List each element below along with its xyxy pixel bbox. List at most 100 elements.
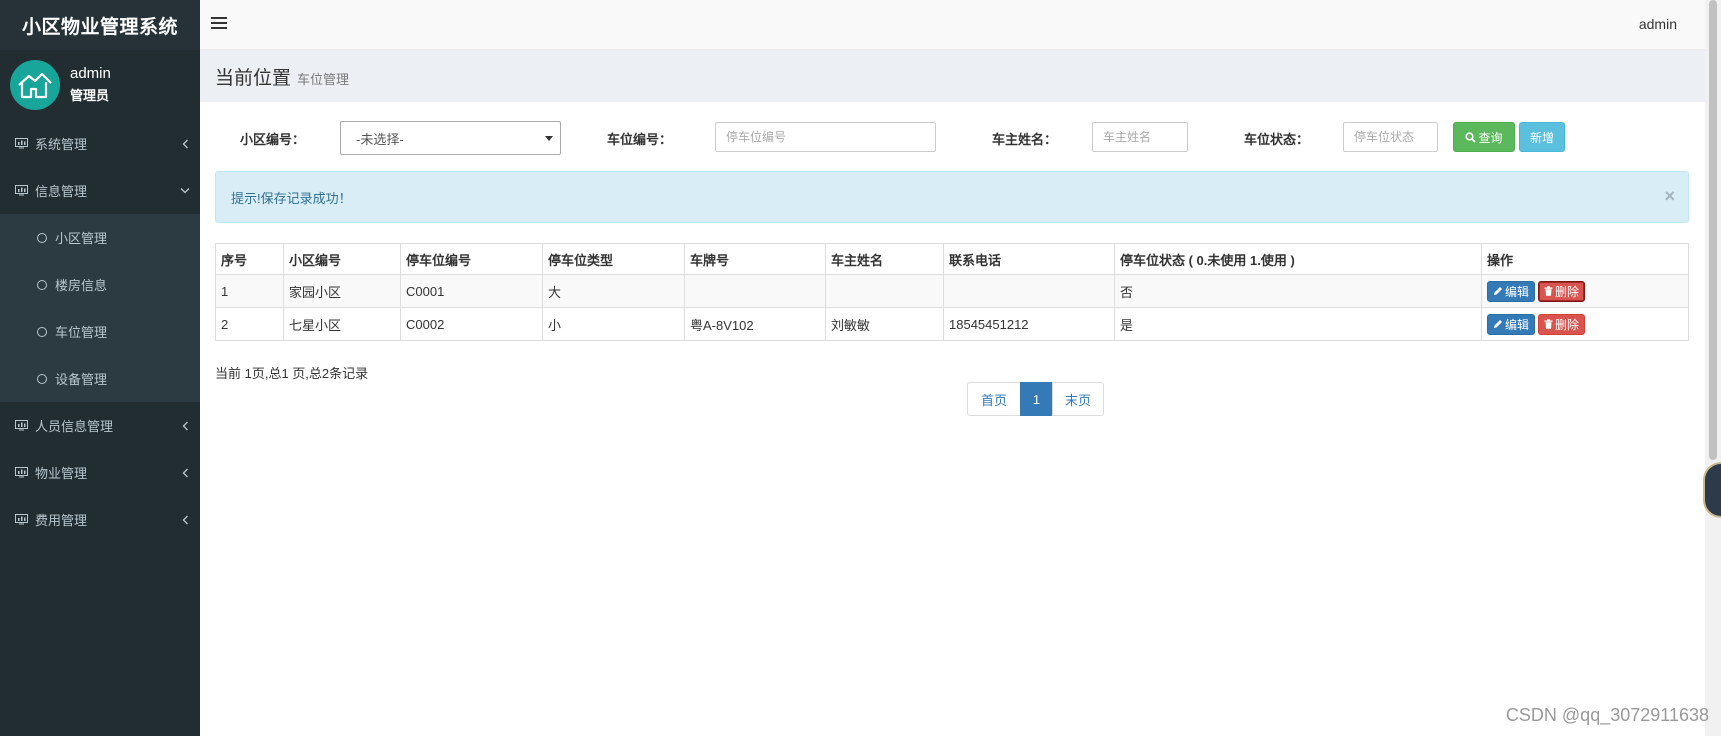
alert-text: 提示!保存记录成功！ xyxy=(231,190,352,206)
edit-button-label: 编辑 xyxy=(1505,284,1530,299)
add-button-label: 新增 xyxy=(1529,130,1554,145)
sidebar-subitem-equipment[interactable]: 设备管理 xyxy=(0,355,200,402)
watermark: CSDN @qq_3072911638 xyxy=(1505,705,1709,725)
search-icon xyxy=(1465,131,1477,143)
parking-table: 序号 小区编号 停车位编号 停车位类型 车牌号 车主姓名 联系电话 停车位状态 … xyxy=(215,243,1689,341)
sidebar-subitem-building[interactable]: 楼房信息 xyxy=(0,261,200,308)
space-label: 车位编号： xyxy=(607,132,673,147)
breadcrumb-title: 当前位置 xyxy=(215,67,292,89)
dashboard-icon xyxy=(15,514,29,526)
cell: 刘敏敏 xyxy=(825,307,944,341)
cell: 是 xyxy=(1114,307,1482,341)
chevron-left-icon xyxy=(180,421,190,431)
current-page[interactable]: 1 xyxy=(1020,382,1053,416)
cell: 2 xyxy=(215,307,284,341)
query-button[interactable]: 查询 xyxy=(1453,122,1515,152)
add-button[interactable]: 新增 xyxy=(1519,122,1565,152)
sidebar-user-role: 管理员 xyxy=(70,88,110,103)
sidebar-subitem-label: 楼房信息 xyxy=(55,278,108,293)
dashboard-icon xyxy=(15,420,29,432)
circle-icon xyxy=(37,373,47,384)
actions-cell: 编辑 删除 xyxy=(1481,307,1689,341)
house-icon xyxy=(18,72,52,99)
cell: C0001 xyxy=(400,274,543,308)
sidebar-item-label: 费用管理 xyxy=(35,513,88,528)
delete-button[interactable]: 删除 xyxy=(1538,280,1586,302)
sidebar: 小区物业管理系统 admin 管理员 系统管理 信息管理 小区管理 楼房信息 车… xyxy=(0,0,200,736)
delete-button-label: 删除 xyxy=(1555,317,1580,332)
chevron-left-icon xyxy=(180,515,190,525)
scrollbar-thumb[interactable] xyxy=(1709,0,1717,460)
edit-button-label: 编辑 xyxy=(1505,317,1530,332)
close-icon[interactable]: × xyxy=(1664,186,1675,207)
sidebar-subitem-community[interactable]: 小区管理 xyxy=(0,214,200,261)
col-header: 操作 xyxy=(1481,243,1689,275)
sidebar-subitem-label: 设备管理 xyxy=(55,372,108,387)
circle-icon xyxy=(37,279,47,290)
chevron-down-icon xyxy=(180,186,190,196)
table-row: 1 家园小区 C0001 大 否 编辑 删除 xyxy=(215,274,1689,308)
cell xyxy=(943,274,1115,308)
sidebar-item-system[interactable]: 系统管理 xyxy=(0,120,200,167)
dashboard-icon xyxy=(15,467,29,479)
col-header: 车牌号 xyxy=(684,243,826,275)
col-header: 联系电话 xyxy=(943,243,1115,275)
community-select[interactable]: -未选择- xyxy=(340,121,561,155)
edit-button[interactable]: 编辑 xyxy=(1487,313,1536,335)
owner-name-input[interactable] xyxy=(1092,122,1188,152)
last-page-link[interactable]: 末页 xyxy=(1052,382,1104,416)
sidebar-item-label: 物业管理 xyxy=(35,466,88,481)
sidebar-item-personnel[interactable]: 人员信息管理 xyxy=(0,402,200,449)
sidebar-item-property[interactable]: 物业管理 xyxy=(0,449,200,496)
user-panel: admin 管理员 xyxy=(0,50,200,120)
breadcrumb-current: 车位管理 xyxy=(297,71,350,87)
col-header: 停车位类型 xyxy=(542,243,685,275)
sidebar-item-fees[interactable]: 费用管理 xyxy=(0,496,200,543)
main-content: 当前位置 车位管理 小区编号： -未选择- 车位编号： 车主姓名： 车位状态： … xyxy=(200,50,1705,736)
sidebar-item-label: 系统管理 xyxy=(35,137,88,152)
delete-button[interactable]: 删除 xyxy=(1538,313,1586,335)
col-header: 小区编号 xyxy=(283,243,401,275)
table-header-row: 序号 小区编号 停车位编号 停车位类型 车牌号 车主姓名 联系电话 停车位状态 … xyxy=(215,243,1689,275)
cell: C0002 xyxy=(400,307,543,341)
avatar xyxy=(10,60,60,110)
sidebar-menu: 系统管理 信息管理 小区管理 楼房信息 车位管理 设备管理 人员信息管理 物业管… xyxy=(0,120,200,543)
vertical-scrollbar[interactable] xyxy=(1705,0,1721,736)
chevron-left-icon xyxy=(180,139,190,149)
cell: 大 xyxy=(542,274,685,308)
cell: 否 xyxy=(1114,274,1482,308)
table-row: 2 七星小区 C0002 小 粤A-8V102 刘敏敏 18545451212 … xyxy=(215,307,1689,341)
sidebar-subitem-parking[interactable]: 车位管理 xyxy=(0,308,200,355)
trash-icon xyxy=(1544,286,1553,296)
status-input[interactable] xyxy=(1343,122,1438,152)
cell: 家园小区 xyxy=(283,274,401,308)
status-label: 车位状态： xyxy=(1244,132,1310,147)
owner-label: 车主姓名： xyxy=(992,132,1058,147)
pencil-icon xyxy=(1494,287,1502,295)
chevron-left-icon xyxy=(180,468,190,478)
sidebar-subitem-label: 小区管理 xyxy=(55,231,108,246)
header-user[interactable]: admin xyxy=(1639,16,1677,32)
pencil-icon xyxy=(1494,320,1502,328)
edit-button[interactable]: 编辑 xyxy=(1487,280,1536,302)
top-bar: admin xyxy=(200,0,1705,50)
community-label: 小区编号： xyxy=(240,132,306,147)
sidebar-item-info[interactable]: 信息管理 xyxy=(0,167,200,214)
cell: 1 xyxy=(215,274,284,308)
pagination: 首页 1 末页 xyxy=(967,382,1104,416)
floating-widget-icon[interactable] xyxy=(1703,462,1721,518)
delete-button-label: 删除 xyxy=(1555,284,1580,299)
dashboard-icon xyxy=(15,185,29,197)
col-header: 停车位编号 xyxy=(400,243,543,275)
query-button-label: 查询 xyxy=(1478,130,1503,145)
circle-icon xyxy=(37,232,47,243)
first-page-link[interactable]: 首页 xyxy=(967,382,1021,416)
breadcrumb: 当前位置 车位管理 xyxy=(200,50,1705,102)
sidebar-user-name: admin xyxy=(70,65,111,82)
sidebar-subitem-label: 车位管理 xyxy=(55,325,108,340)
cell: 七星小区 xyxy=(283,307,401,341)
menu-toggle-icon[interactable] xyxy=(211,17,227,31)
sidebar-item-label: 人员信息管理 xyxy=(35,419,114,434)
circle-icon xyxy=(37,326,47,337)
space-number-input[interactable] xyxy=(715,122,936,152)
